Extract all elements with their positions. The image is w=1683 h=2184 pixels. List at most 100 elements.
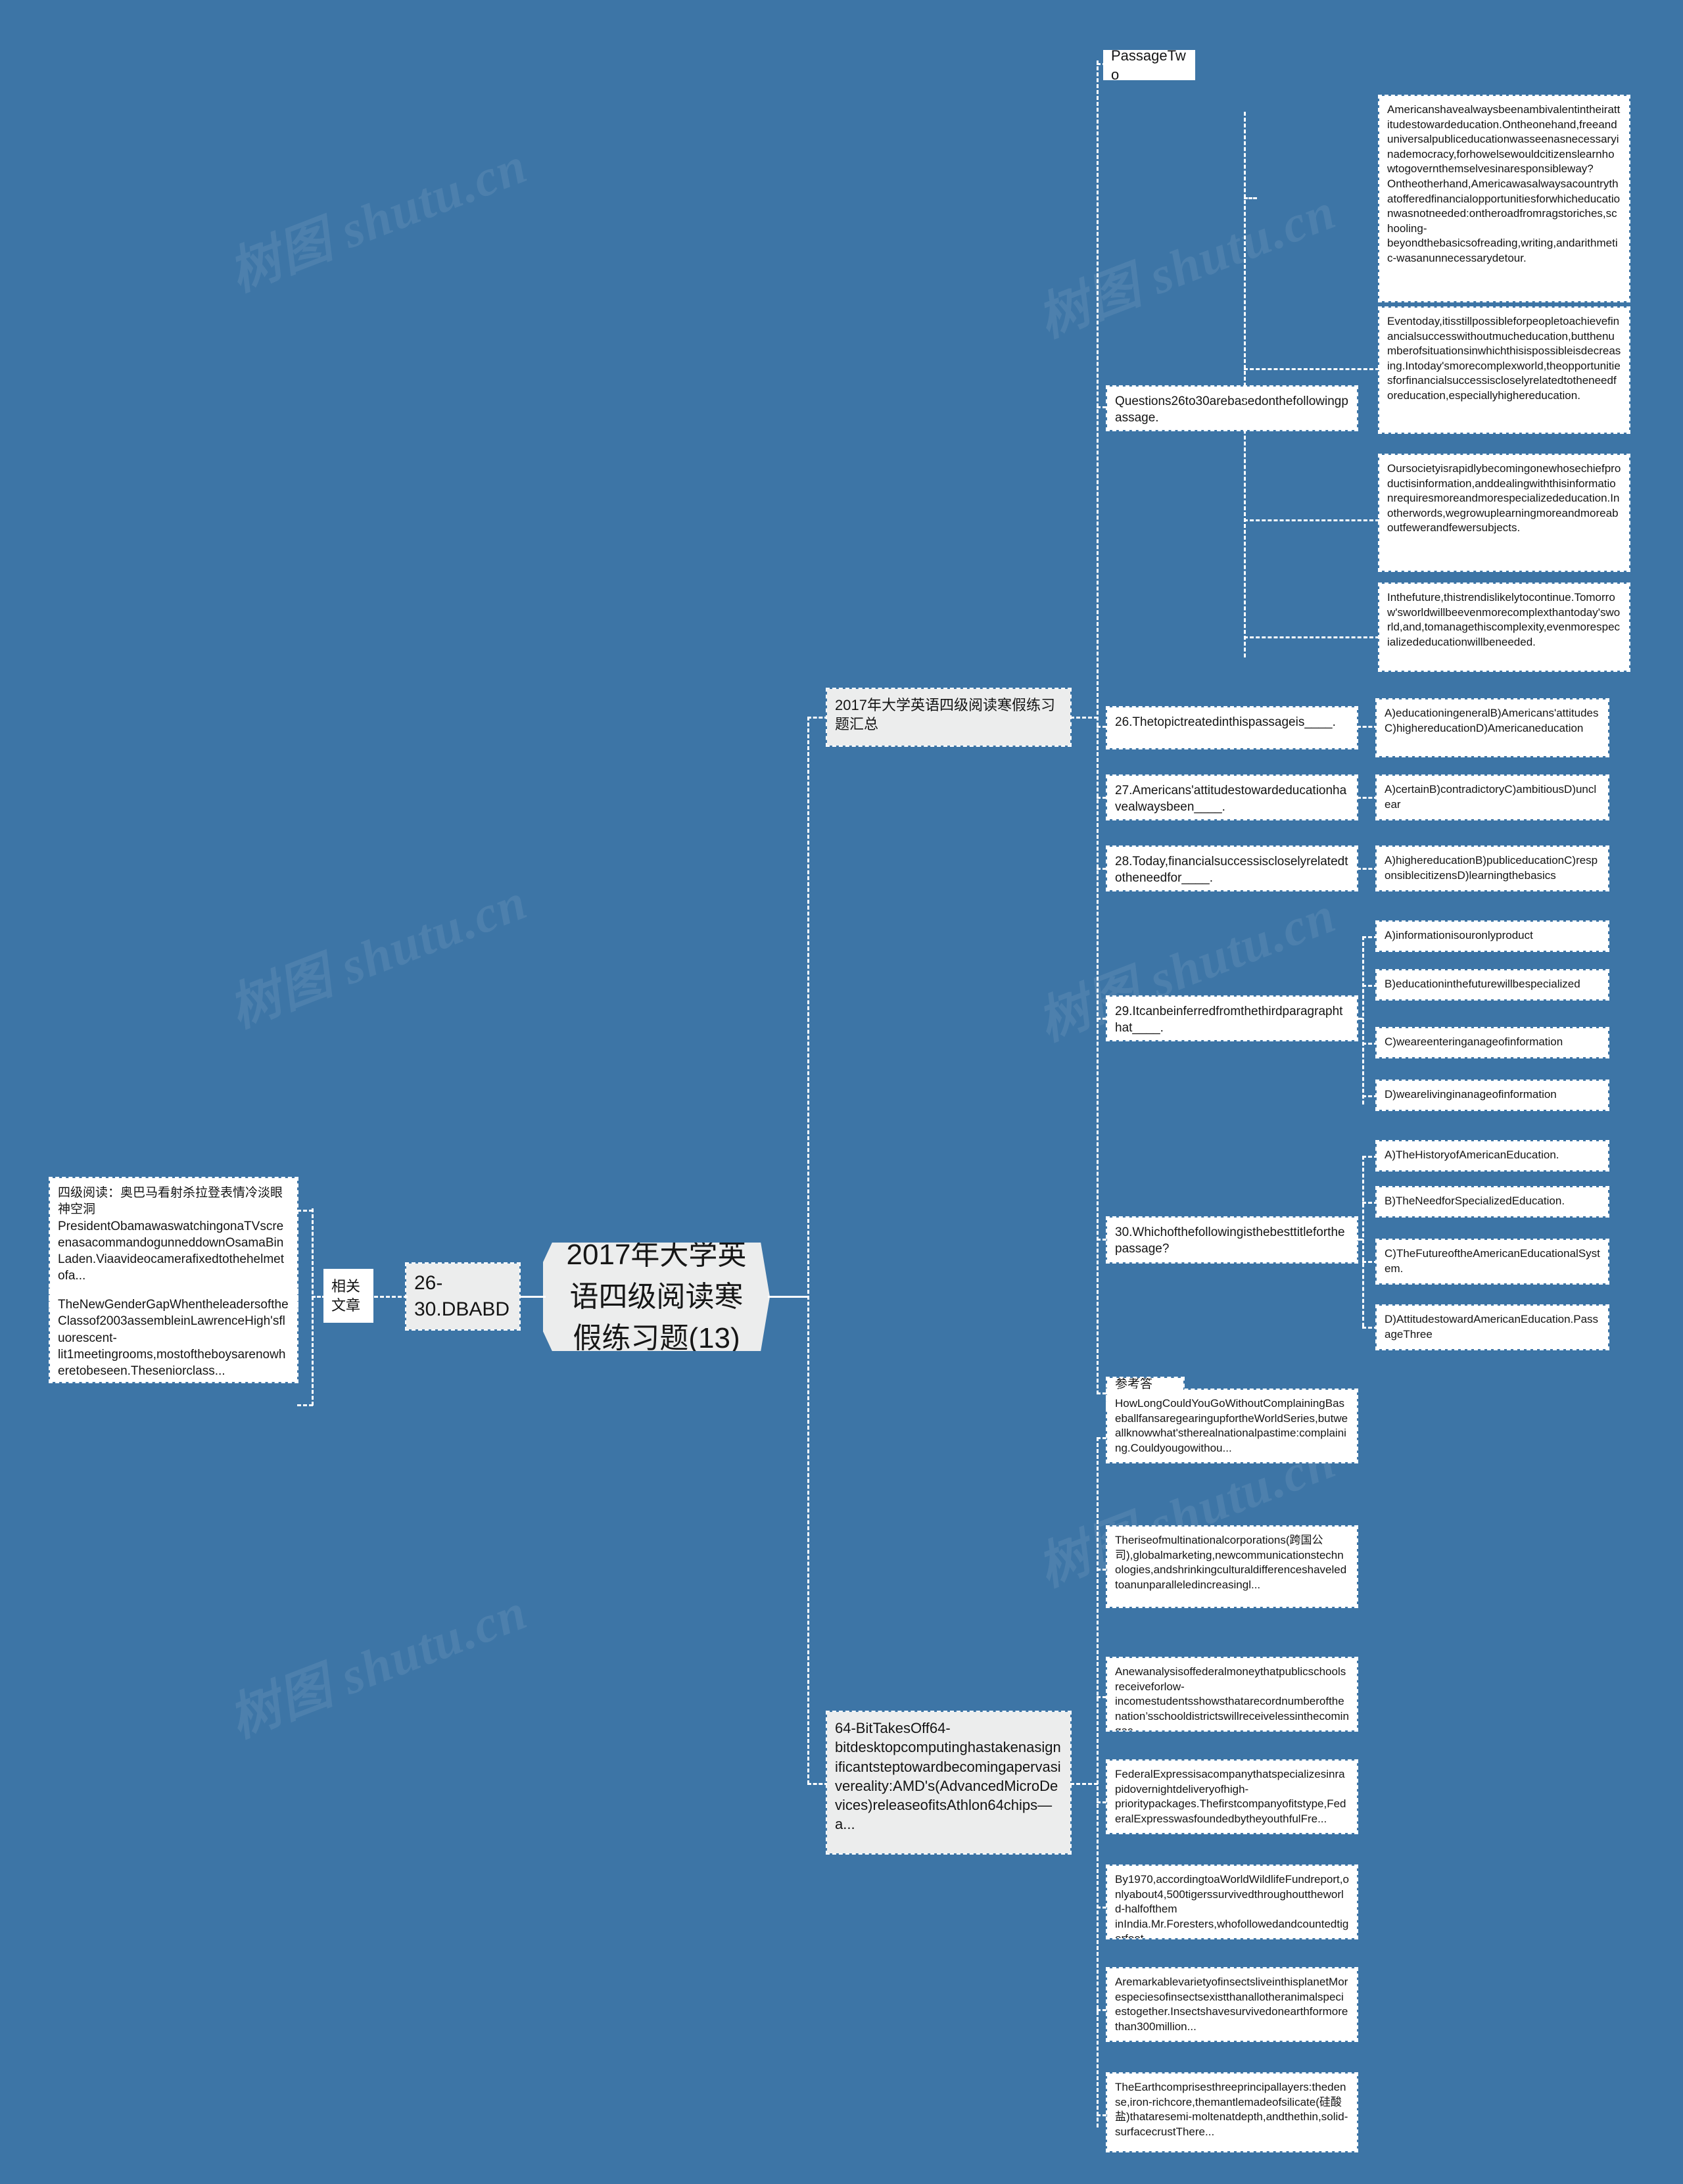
page-title[interactable]: 2017年大学英语四级阅读寒假练习题(13)	[543, 1243, 770, 1351]
passage-paragraph-text: Americanshavealwaysbeenambivalentintheir…	[1387, 103, 1621, 265]
central-title-text: 2017年大学英语四级阅读寒假练习题(13)	[566, 1238, 747, 1355]
option-node[interactable]: A)educationingeneralB)Americans'attitude…	[1375, 698, 1609, 757]
connector-q30-opt-c	[1362, 1261, 1378, 1263]
sixtyfour-bit-node[interactable]: 64-BitTakesOff64-bitdesktopcomputinghast…	[826, 1711, 1072, 1855]
passage-paragraph-text: Eventoday,itisstillpossibleforpeopletoac…	[1387, 315, 1621, 402]
related-articles-label[interactable]: 相关文章	[323, 1269, 373, 1323]
connector-mid-64bit	[807, 1783, 828, 1785]
option-text: B)educationinthefuturewillbespecialized	[1385, 978, 1580, 990]
watermark: 树图 shutu.cn	[221, 872, 535, 1038]
answer-article-node[interactable]: FederalExpressisacompanythatspecializesi…	[1106, 1759, 1358, 1834]
option-text: A)certainB)contradictoryC)ambitiousD)unc…	[1385, 783, 1597, 811]
answer-article-text: TheEarthcomprisesthreeprincipallayers:th…	[1115, 2081, 1348, 2138]
option-node[interactable]: C)weareenteringanageofinformation	[1375, 1027, 1609, 1058]
connector-q29-opt-a	[1362, 936, 1378, 938]
connector-spine-article-2	[297, 1404, 313, 1406]
connector-q28-options	[1357, 868, 1378, 870]
question-node[interactable]: 26.Thetopictreatedinthispassageis____.	[1106, 706, 1358, 749]
related-article-item[interactable]: TheNewGenderGapWhentheleadersoftheClasso…	[49, 1289, 298, 1383]
passage-paragraph[interactable]: Inthefuture,thistrendislikelytocontinue.…	[1378, 582, 1630, 672]
connector-summary-passage	[1070, 717, 1098, 719]
answer-article-text: Anewanalysisoffederalmoneythatpublicscho…	[1115, 1665, 1349, 1730]
connector-central-right	[768, 1296, 807, 1298]
connector-central-left	[519, 1296, 546, 1298]
option-node[interactable]: A)informationisouronlyproduct	[1375, 920, 1609, 952]
connector-q30-opt-a	[1362, 1156, 1378, 1158]
option-node[interactable]: C)TheFutureoftheAmericanEducationalSyste…	[1375, 1239, 1609, 1285]
watermark: 树图 shutu.cn	[1030, 181, 1344, 348]
question-stem-text: 30.Whichofthefollowingisthebesttitlefort…	[1115, 1225, 1345, 1256]
summary-node-text: 2017年大学英语四级阅读寒假练习题汇总	[835, 697, 1055, 733]
option-node[interactable]: A)highereducationB)publiceducationC)resp…	[1375, 845, 1609, 891]
option-node[interactable]: B)TheNeedforSpecializedEducation.	[1375, 1186, 1609, 1218]
connector-q29-opt-d	[1362, 1095, 1378, 1097]
related-article-item[interactable]: 四级阅读：奥巴马看射杀拉登表情冷淡眼神空洞PresidentObamawaswa…	[49, 1177, 298, 1308]
answer-key-text: 26-30.DBABD	[414, 1272, 510, 1320]
answer-key-node[interactable]: 26-30.DBABD	[405, 1262, 521, 1331]
question-node[interactable]: 28.Today,financialsuccessiscloselyrelate…	[1106, 845, 1358, 891]
question-node[interactable]: 29.Itcanbeinferredfromthethirdparagrapht…	[1106, 995, 1358, 1041]
passage-paragraph[interactable]: Oursocietyisrapidlybecomingonewhosechief…	[1378, 454, 1630, 572]
option-text: A)educationingeneralB)Americans'attitude…	[1385, 707, 1599, 734]
answer-article-node[interactable]: By1970,accordingtoaWorldWildlifeFundrepo…	[1106, 1864, 1358, 1939]
answer-article-node[interactable]: HowLongCouldYouGoWithoutComplainingBaseb…	[1106, 1389, 1358, 1463]
option-node[interactable]: D)wearelivinginanageofinformation	[1375, 1080, 1609, 1111]
related-articles-label-text: 相关文章	[331, 1277, 361, 1314]
passage-heading[interactable]: PassageTwo	[1103, 50, 1195, 80]
question-node[interactable]: 30.Whichofthefollowingisthebesttitlefort…	[1106, 1216, 1358, 1264]
option-text: C)weareenteringanageofinformation	[1385, 1035, 1563, 1048]
related-article-text: TheNewGenderGapWhentheleadersoftheClasso…	[58, 1298, 289, 1379]
option-node[interactable]: A)certainB)contradictoryC)ambitiousD)unc…	[1375, 774, 1609, 820]
q29-option-spine	[1362, 936, 1364, 1104]
connector-paragraph-1	[1244, 197, 1257, 199]
question-stem-text: 27.Americans'attitudestowardeducationhav…	[1115, 784, 1347, 815]
option-text: C)TheFutureoftheAmericanEducationalSyste…	[1385, 1247, 1600, 1275]
connector-64bit-articles	[1070, 1783, 1098, 1785]
connector-q29-opt-c	[1362, 1043, 1378, 1045]
option-text: B)TheNeedforSpecializedEducation.	[1385, 1195, 1565, 1207]
connector-q29-spine	[1357, 1018, 1363, 1020]
option-node[interactable]: D)AttitudestowardAmericanEducation.Passa…	[1375, 1304, 1609, 1350]
option-node[interactable]: A)TheHistoryofAmericanEducation.	[1375, 1140, 1609, 1172]
answer-article-text: Theriseofmultinationalcorporations(跨国公司)…	[1115, 1534, 1347, 1591]
passage-paragraph-text: Oursocietyisrapidlybecomingonewhosechief…	[1387, 462, 1621, 534]
answer-article-node[interactable]: TheEarthcomprisesthreeprincipallayers:th…	[1106, 2072, 1358, 2152]
summary-node[interactable]: 2017年大学英语四级阅读寒假练习题汇总	[826, 688, 1072, 747]
passage-paragraph[interactable]: Eventoday,itisstillpossibleforpeopletoac…	[1378, 306, 1630, 434]
connector-paragraph-4	[1244, 636, 1379, 638]
connector-q27-options	[1357, 797, 1378, 799]
question-node[interactable]: 27.Americans'attitudestowardeducationhav…	[1106, 774, 1358, 820]
connector-answerkey-related	[368, 1296, 408, 1298]
connector-paragraph-2	[1244, 368, 1379, 370]
connector-q30-opt-d	[1362, 1327, 1378, 1329]
answer-article-text: By1970,accordingtoaWorldWildlifeFundrepo…	[1115, 1873, 1349, 1938]
questions-intro-node[interactable]: Questions26to30arebasedonthefollowingpas…	[1106, 385, 1358, 431]
connector-q30-opt-b	[1362, 1202, 1378, 1204]
question-stem-text: 28.Today,financialsuccessiscloselyrelate…	[1115, 855, 1348, 886]
option-node[interactable]: B)educationinthefuturewillbespecialized	[1375, 969, 1609, 1001]
option-text: D)wearelivinginanageofinformation	[1385, 1088, 1557, 1101]
watermark: 树图 shutu.cn	[221, 135, 535, 302]
answer-article-text: Aremarkablevarietyofinsectsliveinthispla…	[1115, 1976, 1348, 2033]
connector-q30-spine	[1357, 1239, 1363, 1241]
related-article-text: 四级阅读：奥巴马看射杀拉登表情冷淡眼神空洞PresidentObamawaswa…	[58, 1186, 284, 1283]
option-text: A)TheHistoryofAmericanEducation.	[1385, 1149, 1559, 1161]
answer-article-text: HowLongCouldYouGoWithoutComplainingBaseb…	[1115, 1397, 1348, 1454]
connector-q29-opt-b	[1362, 985, 1378, 987]
connector-mid-summary	[807, 717, 828, 719]
passage-heading-text: PassageTwo	[1111, 50, 1186, 80]
question-stem-text: 26.Thetopictreatedinthispassageis____.	[1115, 715, 1336, 729]
answer-article-text: FederalExpressisacompanythatspecializesi…	[1115, 1768, 1346, 1825]
connector-spine-related-label	[312, 1296, 326, 1298]
q30-option-spine	[1362, 1156, 1364, 1327]
connector-q26-options	[1357, 726, 1378, 728]
answer-article-node[interactable]: Anewanalysisoffederalmoneythatpublicscho…	[1106, 1657, 1358, 1732]
passage-paragraph[interactable]: Americanshavealwaysbeenambivalentintheir…	[1378, 95, 1630, 302]
mid-spine	[807, 717, 809, 1784]
question-stem-text: 29.Itcanbeinferredfromthethirdparagrapht…	[1115, 1005, 1343, 1035]
answer-article-node[interactable]: Theriseofmultinationalcorporations(跨国公司)…	[1106, 1525, 1358, 1608]
watermark: 树图 shutu.cn	[221, 1582, 535, 1748]
connector-paragraph-3	[1244, 519, 1379, 521]
option-text: A)highereducationB)publiceducationC)resp…	[1385, 854, 1598, 882]
answer-article-node[interactable]: Aremarkablevarietyofinsectsliveinthispla…	[1106, 1967, 1358, 2042]
